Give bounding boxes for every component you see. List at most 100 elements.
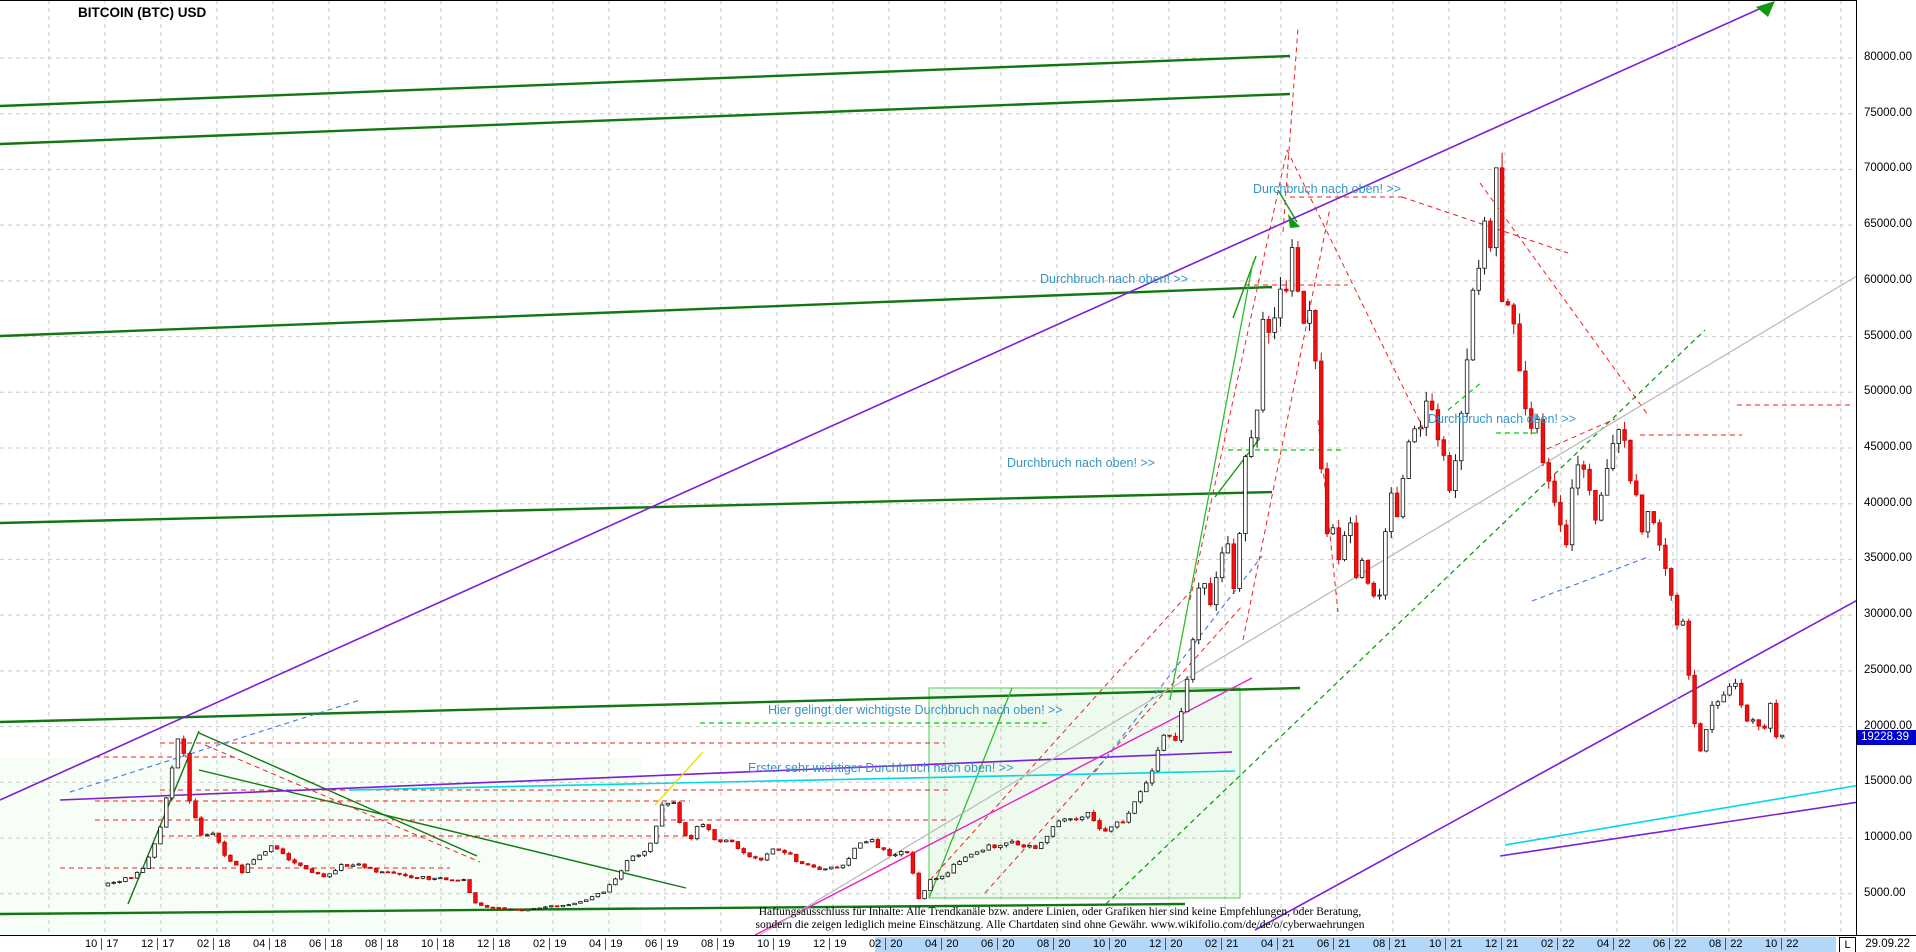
date-axis-label: 02 22 [1541, 938, 1575, 951]
candle-body [601, 891, 606, 894]
candle-body [1581, 464, 1586, 470]
candle-body [1371, 582, 1376, 597]
candle-body [1599, 494, 1604, 521]
candle-body [1062, 818, 1067, 822]
candle-body [508, 908, 513, 911]
price-axis-label: 75000.00 [1864, 106, 1912, 119]
date-axis-label: 08 18 [365, 938, 399, 951]
candle-body [1441, 439, 1446, 456]
trend-arrowhead [1756, 1, 1775, 17]
candle-body [204, 834, 210, 837]
candle-body [391, 871, 396, 874]
candle-body [957, 861, 962, 865]
price-axis-label: 35000.00 [1864, 552, 1912, 565]
candle-body [654, 825, 659, 844]
candle-body [980, 849, 986, 853]
candle-body [665, 802, 671, 806]
candle-body [1091, 811, 1096, 821]
candle-body [1704, 729, 1709, 752]
date-axis-label: 12 19 [813, 938, 847, 951]
candle-body [525, 908, 531, 912]
candle-body [910, 852, 916, 874]
candle-body [1044, 835, 1050, 844]
candle-body [1756, 719, 1761, 727]
candle-body [1313, 309, 1318, 362]
candle-body [304, 865, 309, 870]
candle-body [735, 841, 741, 849]
candle-body [1715, 701, 1721, 706]
selected-date-range[interactable] [875, 937, 1836, 952]
candle-body [1453, 460, 1458, 491]
candle-body [1651, 511, 1656, 524]
candle-body [1284, 288, 1289, 292]
candle-body [1692, 674, 1697, 725]
trend-line [1531, 556, 1649, 602]
candle-body [566, 904, 571, 907]
candle-body [1330, 527, 1336, 535]
candle-body [776, 848, 781, 851]
candle-body [339, 864, 344, 871]
candle-body [1173, 735, 1178, 741]
date-axis-label: 10 17 [85, 938, 119, 951]
date-axis-label: 08 21 [1373, 938, 1407, 951]
candle-body [1674, 594, 1680, 626]
candle-body [1103, 828, 1108, 832]
candle-body [1266, 318, 1271, 333]
price-axis[interactable]: 80000.00 75000.00 70000.00 65000.00 60000.00… [1856, 0, 1916, 935]
candle-body [239, 864, 245, 874]
date-axis-label: 10 22 [1765, 938, 1799, 951]
candle-body [986, 844, 991, 851]
candle-body [164, 797, 169, 828]
candle-body [1698, 723, 1703, 752]
candle-body [1249, 437, 1254, 457]
candle-body [677, 802, 682, 823]
candle-body [123, 877, 128, 882]
price-axis-label: 25000.00 [1864, 663, 1912, 676]
candle-body [531, 908, 536, 910]
candle-body [1260, 318, 1266, 411]
candle-body [426, 876, 431, 880]
candle-body [269, 845, 274, 853]
date-axis-label: 08 20 [1037, 938, 1071, 951]
candle-body [473, 892, 478, 904]
candle-body [700, 824, 706, 827]
candle-body [1721, 694, 1726, 703]
candle-body [543, 906, 548, 909]
candle-body [1254, 409, 1260, 439]
candle-body [729, 839, 735, 843]
price-axis-label: 30000.00 [1864, 608, 1912, 621]
date-axis-label: 04 22 [1597, 938, 1631, 951]
candle-body [642, 851, 647, 856]
candle-body [356, 863, 361, 866]
candle-body [1727, 685, 1732, 696]
candle-body [799, 861, 805, 865]
candle-body [1015, 840, 1021, 846]
trend-line [0, 490, 1273, 525]
candle-body [514, 908, 519, 911]
candle-body [1575, 464, 1581, 489]
date-axis-label: 10 20 [1093, 938, 1127, 951]
candle-body [1167, 734, 1172, 737]
candle-body [1488, 220, 1493, 249]
candle-body [724, 839, 729, 843]
candle-body [461, 879, 466, 881]
chart-title: BITCOIN (BTC) USD [78, 5, 207, 20]
date-axis[interactable]: 10 17 12 17 02 18 04 18 06 18 08 18 10 18 12 18 02 19 04 19… [0, 935, 1916, 952]
candle-body [1354, 522, 1359, 578]
candle-body [379, 871, 385, 874]
candle-body [1774, 702, 1779, 738]
last-trade-marker[interactable]: L [1839, 937, 1856, 952]
candle-body [1056, 820, 1061, 828]
date-axis-label: 02 19 [533, 938, 567, 951]
candle-body [1569, 487, 1575, 546]
candle-body [916, 872, 921, 900]
candle-body [1289, 247, 1295, 292]
chart-canvas[interactable] [0, 0, 1916, 952]
candle-body [1359, 560, 1365, 578]
candle-body [1132, 801, 1137, 814]
candle-body [899, 851, 904, 856]
candle-body [420, 876, 426, 879]
price-axis-label: 10000.00 [1864, 831, 1912, 843]
candle-body [496, 907, 501, 909]
candle-body [595, 893, 601, 898]
